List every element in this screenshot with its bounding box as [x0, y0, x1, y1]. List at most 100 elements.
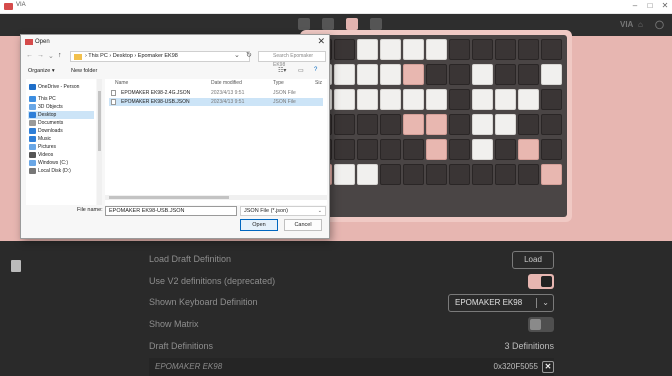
path-dropdown-icon[interactable]: ⌄ [234, 51, 240, 59]
keycap[interactable] [357, 114, 378, 135]
keycap[interactable] [357, 139, 378, 160]
keycap[interactable] [495, 89, 516, 110]
keycap[interactable] [357, 39, 378, 60]
forward-arrow-icon[interactable]: → [37, 52, 44, 59]
close-window-button[interactable]: ✕ [658, 1, 672, 10]
recent-chevron-icon[interactable]: ⌄ [48, 52, 54, 60]
draft-definition-icon[interactable] [11, 260, 21, 272]
minimize-button[interactable]: – [628, 1, 642, 10]
keycap[interactable] [403, 89, 424, 110]
keycap[interactable] [426, 39, 447, 60]
nav-item[interactable]: Downloads [28, 127, 94, 135]
keycap[interactable] [380, 89, 401, 110]
keycap[interactable] [334, 64, 355, 85]
file-row[interactable]: EPOMAKER EK98-2.4G.JSON 2023/4/13 9:51 J… [109, 89, 323, 97]
maximize-button[interactable]: □ [643, 1, 657, 10]
nav-item[interactable]: Windows (C:) [28, 159, 94, 167]
keycap[interactable] [449, 39, 470, 60]
keycap[interactable] [403, 139, 424, 160]
keycap[interactable] [449, 64, 470, 85]
keycap[interactable] [426, 139, 447, 160]
nav-item[interactable]: Videos [28, 151, 94, 159]
keycap[interactable] [518, 164, 539, 185]
keycap[interactable] [426, 114, 447, 135]
back-arrow-icon[interactable]: ← [26, 52, 33, 59]
filename-input[interactable]: EPOMAKER EK98-USB.JSON [105, 206, 237, 216]
keycap[interactable] [518, 64, 539, 85]
filetype-select[interactable]: JSON File (*.json) ⌄ [240, 206, 326, 216]
use-v2-toggle[interactable] [528, 274, 554, 289]
keycap[interactable] [426, 64, 447, 85]
help-icon[interactable]: ? [314, 67, 317, 73]
preview-pane-icon[interactable]: ▭ [298, 67, 304, 74]
nav-item[interactable]: Pictures [28, 143, 94, 151]
nav-scrollbar[interactable] [97, 79, 102, 205]
discord-icon[interactable]: ⌂ [638, 20, 643, 29]
nav-item[interactable]: Desktop [28, 111, 94, 119]
keycap[interactable] [426, 89, 447, 110]
remove-definition-button[interactable]: ✕ [542, 361, 554, 373]
keycap[interactable] [449, 139, 470, 160]
keycap[interactable] [495, 64, 516, 85]
nav-item[interactable]: OneDrive - Person [28, 83, 94, 91]
keycap[interactable] [357, 64, 378, 85]
column-type[interactable]: Type [273, 80, 284, 86]
file-scrollbar[interactable] [105, 195, 327, 200]
refresh-icon[interactable]: ↻ [246, 51, 252, 59]
usb-icon[interactable] [322, 18, 334, 30]
file-row-selected[interactable]: EPOMAKER EK98-USB.JSON 2023/4/13 9:51 JS… [109, 98, 323, 106]
keycap[interactable] [518, 139, 539, 160]
keycap[interactable] [541, 114, 562, 135]
keycap[interactable] [541, 164, 562, 185]
column-name[interactable]: Name [115, 80, 128, 86]
keycap[interactable] [403, 114, 424, 135]
view-options-icon[interactable]: ☷▾ [278, 67, 286, 74]
keycap[interactable] [380, 39, 401, 60]
keycap[interactable] [518, 39, 539, 60]
settings-icon[interactable] [370, 18, 382, 30]
nav-item[interactable]: Documents [28, 119, 94, 127]
keyboard-icon[interactable] [298, 18, 310, 30]
column-date[interactable]: Date modified [211, 80, 242, 86]
keycap[interactable] [541, 64, 562, 85]
keycap[interactable] [449, 89, 470, 110]
keycap[interactable] [472, 139, 493, 160]
keycap[interactable] [472, 114, 493, 135]
organize-menu[interactable]: Organize ▾ [28, 68, 55, 74]
keyboard-definition-select[interactable]: EPOMAKER EK98 ⌄ [448, 294, 554, 312]
keycap[interactable] [541, 89, 562, 110]
keycap[interactable] [518, 114, 539, 135]
nav-item[interactable]: Music [28, 135, 94, 143]
keycap[interactable] [518, 89, 539, 110]
keycap[interactable] [472, 64, 493, 85]
keycap[interactable] [472, 89, 493, 110]
keycap[interactable] [495, 164, 516, 185]
keycap[interactable] [380, 64, 401, 85]
keycap[interactable] [380, 164, 401, 185]
keycap[interactable] [541, 39, 562, 60]
keycap[interactable] [472, 39, 493, 60]
keycap[interactable] [495, 39, 516, 60]
up-arrow-icon[interactable]: ↑ [58, 52, 62, 59]
keycap[interactable] [334, 89, 355, 110]
keycap[interactable] [357, 89, 378, 110]
show-matrix-toggle[interactable] [528, 317, 554, 332]
keycap[interactable] [334, 139, 355, 160]
nav-item[interactable]: This PC [28, 95, 94, 103]
search-input[interactable]: Search Epomaker EK98 [258, 51, 326, 68]
keycap[interactable] [403, 39, 424, 60]
dialog-close-button[interactable]: ✕ [317, 36, 325, 47]
keycap[interactable] [334, 39, 355, 60]
cancel-button[interactable]: Cancel [284, 219, 322, 231]
nav-item[interactable]: 3D Objects [28, 103, 94, 111]
keycap[interactable] [380, 139, 401, 160]
design-icon[interactable] [346, 18, 358, 30]
keycap[interactable] [495, 139, 516, 160]
keycap[interactable] [334, 164, 355, 185]
open-button[interactable]: Open [240, 219, 278, 231]
keycap[interactable] [449, 164, 470, 185]
load-button[interactable]: Load [512, 251, 554, 269]
keycap[interactable] [403, 164, 424, 185]
keycap[interactable] [426, 164, 447, 185]
column-size[interactable]: Siz [315, 80, 322, 86]
